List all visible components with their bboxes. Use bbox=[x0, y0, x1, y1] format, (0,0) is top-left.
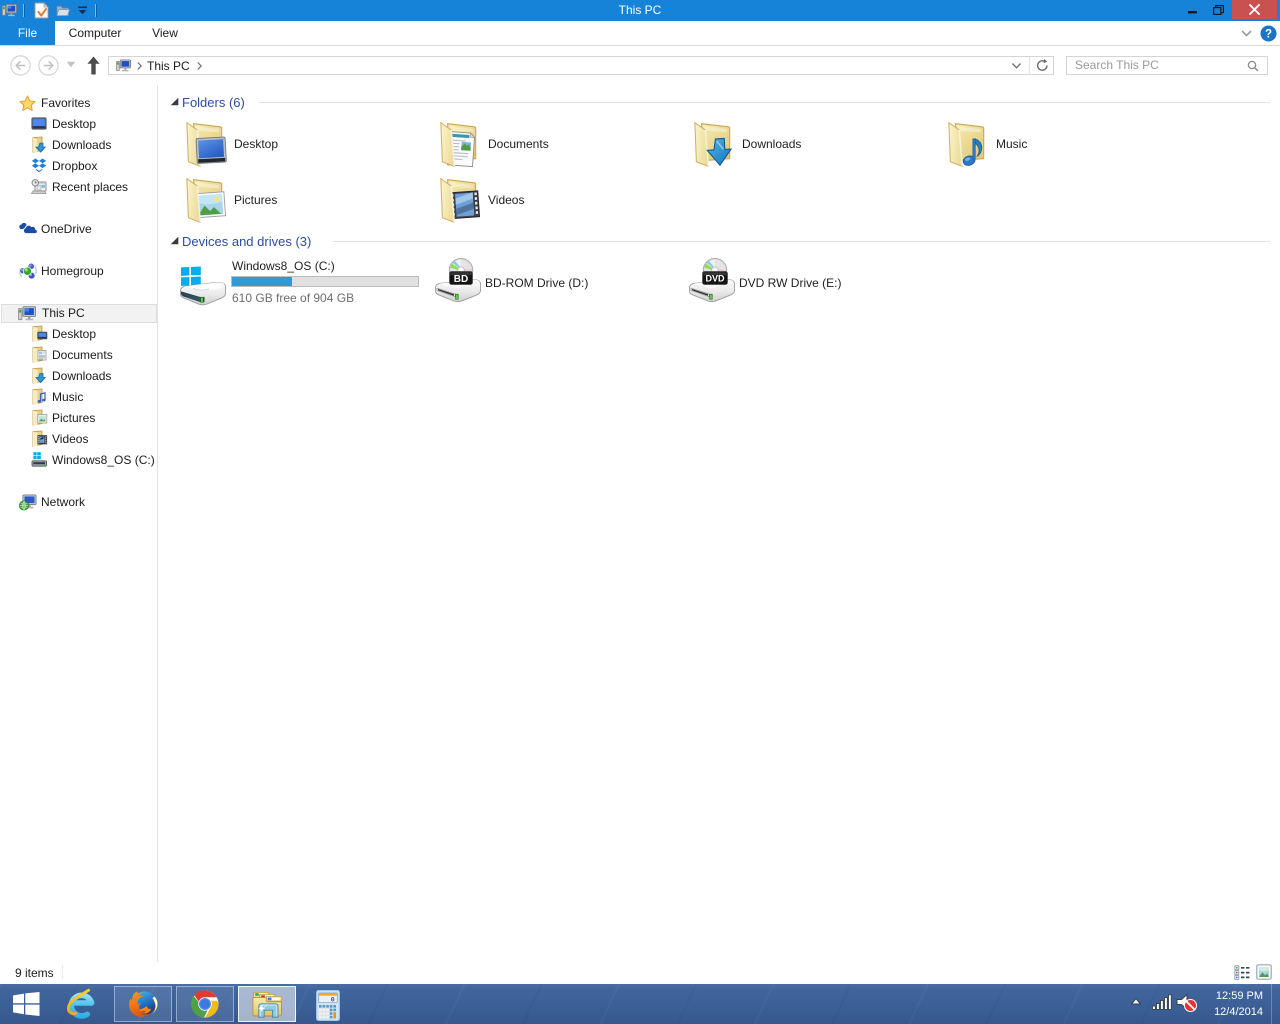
svg-text:DVD: DVD bbox=[705, 274, 725, 284]
svg-text:?: ? bbox=[1265, 29, 1272, 41]
svg-text:BD: BD bbox=[454, 274, 468, 285]
svg-text:0: 0 bbox=[331, 996, 335, 1003]
